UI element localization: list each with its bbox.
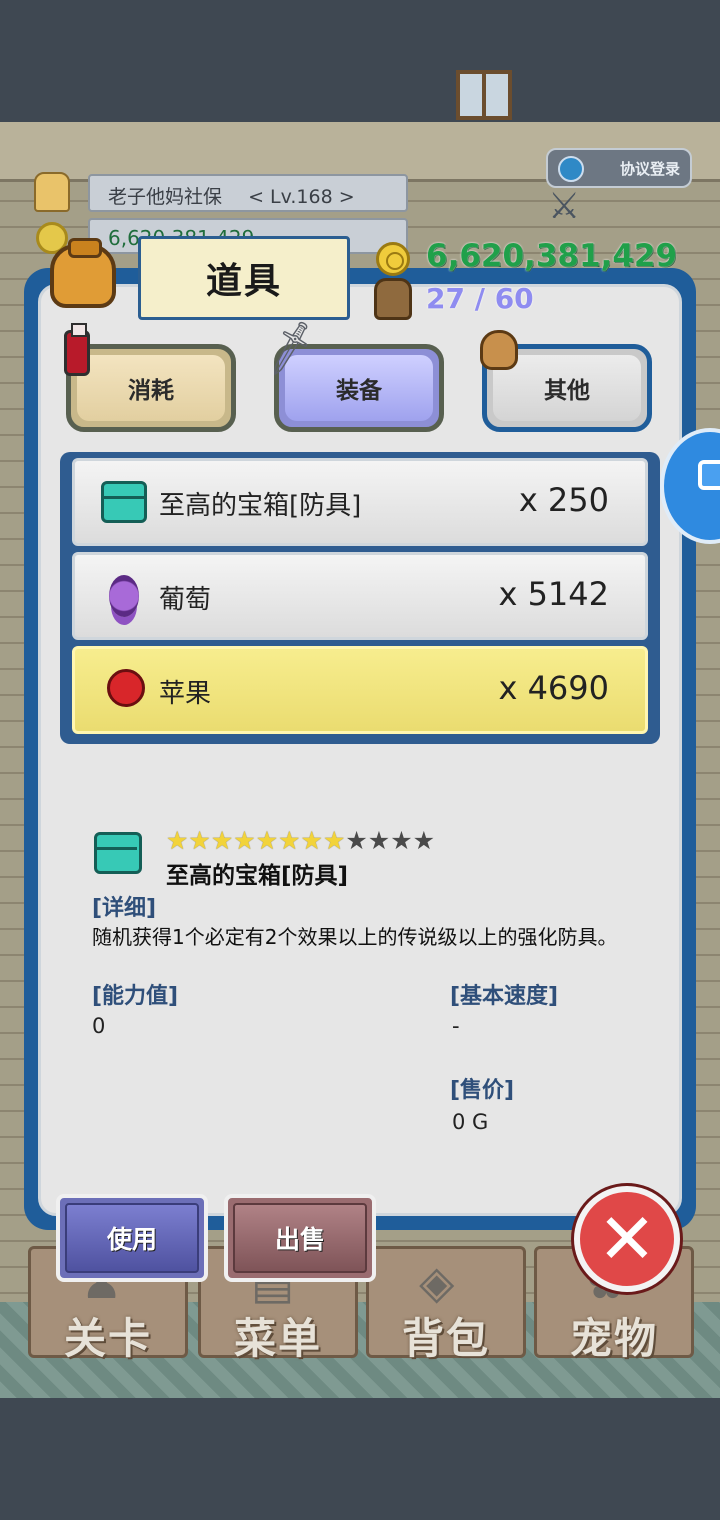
chest-icon xyxy=(101,481,147,523)
star-empty-icon: ★ xyxy=(390,826,413,855)
nav-label: 菜单 xyxy=(233,1314,322,1363)
tab-consumable[interactable]: 消耗 xyxy=(66,344,236,432)
star-filled-icon: ★ xyxy=(322,826,346,855)
sell-button[interactable]: 出售 xyxy=(224,1194,376,1282)
nav-label: 宠物 xyxy=(569,1314,658,1363)
window-decoration xyxy=(456,70,512,120)
item-name: 至高的宝箱[防具] xyxy=(159,491,362,521)
item-quantity: x 4690 xyxy=(498,669,609,707)
nav-label: 关卡 xyxy=(63,1314,152,1363)
price-label: [售价] xyxy=(450,1078,515,1103)
ability-label: [能力值] xyxy=(92,984,179,1009)
detail-chest-icon xyxy=(94,832,142,874)
close-icon: ✕ xyxy=(597,1198,657,1280)
price-value: 0 G xyxy=(452,1110,489,1134)
star-filled-icon: ★ xyxy=(166,826,189,855)
crossed-swords-icon[interactable]: ⚔ xyxy=(548,186,580,227)
item-name: 葡萄 xyxy=(159,585,212,615)
star-filled-icon: ★ xyxy=(188,826,211,855)
star-filled-icon: ★ xyxy=(300,826,323,855)
detail-item-name: 至高的宝箱[防具] xyxy=(166,863,349,889)
player-name-plate: 老子他妈社保 < Lv.168 > xyxy=(88,174,408,212)
sack-icon xyxy=(480,330,518,370)
speed-label: [基本速度] xyxy=(450,984,559,1009)
star-filled-icon: ★ xyxy=(210,826,234,855)
coop-label: 协议登录 xyxy=(619,159,680,178)
item-quantity: x 5142 xyxy=(498,575,609,613)
backpack-icon: ◈ xyxy=(419,1255,457,1309)
detail-label: [详细] xyxy=(92,896,157,921)
star-filled-icon: ★ xyxy=(255,826,279,855)
nav-label: 背包 xyxy=(401,1314,490,1363)
item-bag-icon xyxy=(50,238,116,308)
player-avatar[interactable] xyxy=(34,172,70,212)
gold-coin-icon xyxy=(376,242,410,276)
list-item[interactable]: 葡萄 x 5142 xyxy=(72,552,648,640)
item-name: 苹果 xyxy=(159,679,212,709)
apple-icon xyxy=(107,669,145,707)
list-item-selected[interactable]: 苹果 x 4690 xyxy=(72,646,648,734)
item-description: 随机获得1个必定有2个效果以上的传说级以上的强化防具。 xyxy=(92,925,618,949)
grape-icon xyxy=(109,575,139,617)
coop-login-button[interactable]: 协议登录 xyxy=(546,148,692,188)
close-button[interactable]: ✕ xyxy=(574,1186,680,1292)
rarity-stars: ★★★★★★★★★★★★ xyxy=(166,826,435,855)
list-item[interactable]: 至高的宝箱[防具] x 250 xyxy=(72,458,648,546)
coop-icon xyxy=(558,156,584,182)
star-filled-icon: ★ xyxy=(278,826,301,855)
player-level: < Lv.168 > xyxy=(248,186,355,208)
assistant-icon xyxy=(698,460,720,490)
star-empty-icon: ★ xyxy=(412,826,436,855)
gold-amount: 6,620,381,429 xyxy=(426,238,678,274)
nav-backpack[interactable]: ◈ 背包 xyxy=(366,1246,526,1363)
player-name: 老子他妈社保 xyxy=(108,186,223,208)
item-list: 至高的宝箱[防具] x 250 葡萄 x 5142 苹果 x 4690 xyxy=(60,452,660,744)
inventory-capacity: 27 / 60 xyxy=(426,282,534,315)
ability-value: 0 xyxy=(92,1014,106,1038)
potion-icon xyxy=(64,323,90,376)
capacity-backpack-icon xyxy=(374,278,412,320)
item-quantity: x 250 xyxy=(518,481,609,519)
tab-label: 消耗 xyxy=(77,355,225,421)
star-empty-icon: ★ xyxy=(367,826,391,855)
use-label: 使用 xyxy=(65,1203,199,1273)
panel-title: 道具 xyxy=(138,236,350,320)
star-filled-icon: ★ xyxy=(233,826,256,855)
sell-label: 出售 xyxy=(233,1203,367,1273)
speed-value: - xyxy=(452,1014,460,1038)
use-button[interactable]: 使用 xyxy=(56,1194,208,1282)
star-empty-icon: ★ xyxy=(345,826,368,855)
